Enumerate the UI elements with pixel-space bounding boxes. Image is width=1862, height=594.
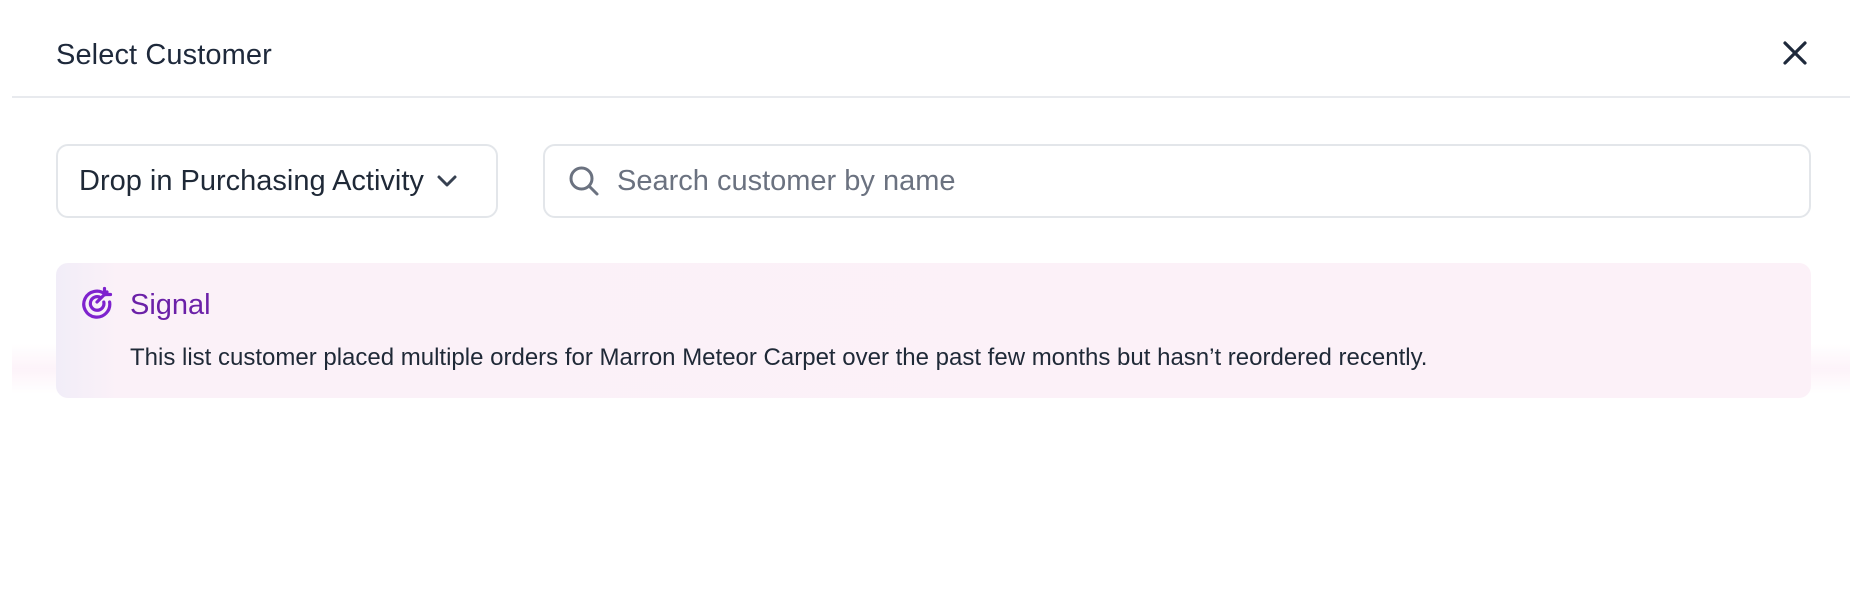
dialog-title: Select Customer [56, 39, 272, 71]
target-arrow-icon [82, 286, 113, 319]
filter-selected-value: Drop in Purchasing Activity [79, 164, 424, 197]
close-icon [1783, 41, 1807, 65]
customer-search-box[interactable] [543, 144, 1811, 218]
close-button[interactable] [1778, 36, 1812, 70]
signal-title: Signal [130, 289, 211, 321]
dialog-header: Select Customer [12, 0, 1850, 98]
select-customer-dialog: Select Customer Drop in Purchasing Activ… [0, 0, 1862, 594]
search-input[interactable] [615, 150, 1809, 212]
signal-filter-dropdown[interactable]: Drop in Purchasing Activity [56, 144, 498, 218]
signal-card: Signal This list customer placed multipl… [56, 263, 1811, 398]
signal-description: This list customer placed multiple order… [130, 344, 1428, 371]
search-icon [567, 164, 601, 198]
chevron-down-icon [436, 174, 458, 188]
